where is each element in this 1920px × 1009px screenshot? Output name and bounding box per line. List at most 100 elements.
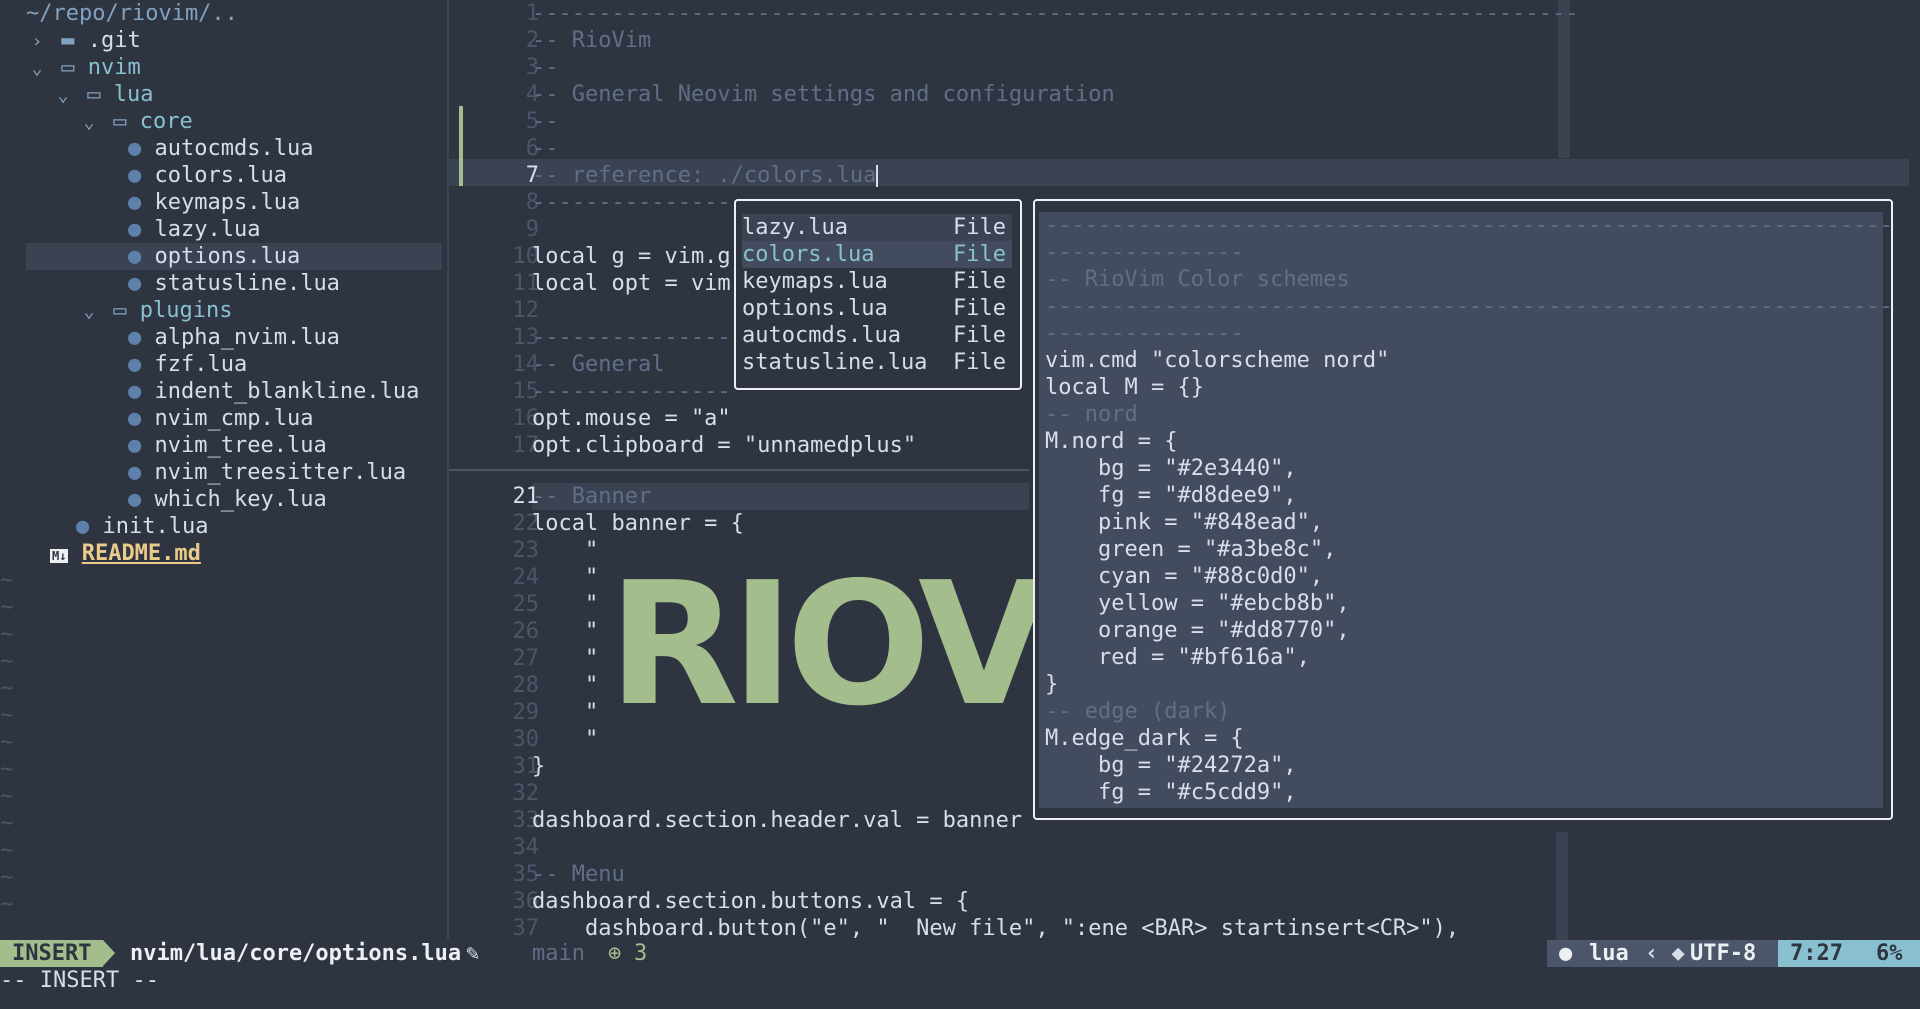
line-number: 11 xyxy=(512,271,540,296)
lua-icon: ● xyxy=(76,514,90,539)
completion-preview-window[interactable]: ----------------------------------------… xyxy=(1033,199,1893,820)
tree-file[interactable]: ● keymaps.lua xyxy=(128,189,300,216)
completion-item-selected[interactable]: colors.lua File xyxy=(742,241,1012,268)
code-line: -- xyxy=(532,109,559,134)
completion-item[interactable]: options.lua File xyxy=(742,295,1012,322)
code-line: -- Banner xyxy=(532,484,652,509)
git-branch-name[interactable]: main xyxy=(532,940,585,967)
code-line: local opt = vim xyxy=(532,271,731,296)
tree-item-plugins[interactable]: ⌄ ▭ plugins xyxy=(78,297,233,324)
preview-line: bg = "#2e3440", xyxy=(1045,456,1297,481)
line-number: 10 xyxy=(512,244,540,269)
empty-line-marker: ~ xyxy=(0,811,14,836)
line-number: 6 xyxy=(525,136,539,161)
code-line: opt.clipboard = "unnamedplus" xyxy=(532,433,917,458)
text-cursor xyxy=(876,165,879,187)
status-file-path[interactable]: nvim/lua/core/options.lua xyxy=(130,940,461,967)
tree-item-lua[interactable]: ⌄ ▭ lua xyxy=(52,81,154,108)
tree-file[interactable]: ● indent_blankline.lua xyxy=(128,378,419,405)
lua-icon: ● xyxy=(1559,941,1573,966)
powerline-separator xyxy=(103,940,115,966)
completion-item[interactable]: lazy.lua File xyxy=(742,214,1012,241)
line-number: 14 xyxy=(512,352,540,377)
chevron-right-icon: › xyxy=(31,31,43,52)
completion-menu[interactable]: lazy.lua File colors.lua File keymaps.lua F… xyxy=(734,199,1022,390)
line-number: 25 xyxy=(512,592,540,617)
empty-line-marker: ~ xyxy=(0,730,14,755)
tree-file[interactable]: ● init.lua xyxy=(76,513,208,540)
tree-item-core[interactable]: ⌄ ▭ core xyxy=(78,108,193,135)
code-line: " xyxy=(532,646,599,671)
empty-line-marker: ~ xyxy=(0,703,14,728)
cursor-position: 7:27 xyxy=(1790,941,1843,966)
preview-line: yellow = "#ebcb8b", xyxy=(1045,591,1350,616)
code-line: opt.mouse = "a" xyxy=(532,406,731,431)
preview-line: -- nord xyxy=(1045,402,1138,427)
empty-line-marker: ~ xyxy=(0,784,14,809)
code-line: --------------- xyxy=(532,325,731,350)
tree-file[interactable]: ● nvim_treesitter.lua xyxy=(128,459,406,486)
tree-file-selected[interactable]: ● options.lua xyxy=(26,243,442,270)
file-tree: ~/repo/riovim/.. › ▬ .git ⌄ ▭ nvim ⌄ ▭ l… xyxy=(0,0,447,940)
code-line: -- Menu xyxy=(532,862,625,887)
markdown-icon: M↓ xyxy=(50,549,69,563)
line-number: 30 xyxy=(512,727,540,752)
line-number: 24 xyxy=(512,565,540,590)
lua-icon: ● xyxy=(128,460,142,485)
code-line: -- xyxy=(532,55,559,80)
code-line: -- General xyxy=(532,352,665,377)
tree-item-nvim[interactable]: ⌄ ▭ nvim xyxy=(26,54,141,81)
preview-line: -- RioVim Color schemes xyxy=(1045,267,1350,292)
lua-icon: ● xyxy=(128,325,142,350)
code-line: -- General Neovim settings and configura… xyxy=(532,82,1115,107)
empty-line-marker: ~ xyxy=(0,568,14,593)
line-number: 35 xyxy=(512,862,540,887)
tree-file[interactable]: ● nvim_tree.lua xyxy=(128,432,327,459)
tree-file[interactable]: ● fzf.lua xyxy=(128,351,247,378)
line-number: 1 xyxy=(525,1,539,26)
line-number: 28 xyxy=(512,673,540,698)
preview-line: M.edge_dark = { xyxy=(1045,726,1244,751)
folder-open-icon: ▭ xyxy=(61,55,75,80)
tree-file[interactable]: ● autocmds.lua xyxy=(128,135,313,162)
window-split-line[interactable] xyxy=(449,469,1029,471)
line-number: 13 xyxy=(512,325,540,350)
completion-item[interactable]: statusline.lua File xyxy=(742,349,1012,376)
tree-item-git[interactable]: › ▬ .git xyxy=(26,27,141,54)
line-number: 8 xyxy=(525,190,539,215)
tree-file[interactable]: ● colors.lua xyxy=(128,162,287,189)
completion-item[interactable]: autocmds.lua File xyxy=(742,322,1012,349)
lua-icon: ● xyxy=(128,379,142,404)
preview-line: pink = "#848ead", xyxy=(1045,510,1324,535)
tree-file[interactable]: ● statusline.lua xyxy=(128,270,340,297)
preview-line: red = "#bf616a", xyxy=(1045,645,1310,670)
encoding-label: UTF-8 xyxy=(1690,941,1757,966)
line-number: 5 xyxy=(525,109,539,134)
line-number: 16 xyxy=(512,406,540,431)
code-line: " xyxy=(532,565,599,590)
chevron-down-icon: ⌄ xyxy=(57,85,69,106)
code-line: --------------- xyxy=(532,379,731,404)
preview-line: bg = "#24272a", xyxy=(1045,753,1297,778)
tree-file[interactable]: ● alpha_nvim.lua xyxy=(128,324,340,351)
diff-added-count: 3 xyxy=(634,941,648,966)
line-number: 29 xyxy=(512,700,540,725)
preview-line: fg = "#d8dee9", xyxy=(1045,483,1297,508)
preview-line: M.nord = { xyxy=(1045,429,1178,454)
completion-item[interactable]: keymaps.lua File xyxy=(742,268,1012,295)
line-number: 3 xyxy=(525,55,539,80)
lua-icon: ● xyxy=(128,190,142,215)
preview-content: ----------------------------------------… xyxy=(1039,212,1891,808)
command-line[interactable]: -- INSERT -- xyxy=(0,967,159,994)
preview-line: green = "#a3be8c", xyxy=(1045,537,1337,562)
line-number-current: 21 xyxy=(512,484,540,509)
chevron-down-icon: ⌄ xyxy=(31,58,43,79)
tree-file[interactable]: ● nvim_cmp.lua xyxy=(128,405,313,432)
line-number: 36 xyxy=(512,889,540,914)
preview-line: cyan = "#88c0d0", xyxy=(1045,564,1324,589)
tree-file[interactable]: ● which_key.lua xyxy=(128,486,327,513)
tree-file[interactable]: ● lazy.lua xyxy=(128,216,260,243)
code-line: " xyxy=(532,700,599,725)
preview-line: ----------------------------------------… xyxy=(1045,294,1893,319)
tree-file-readme[interactable]: M↓ README.md xyxy=(50,540,201,567)
